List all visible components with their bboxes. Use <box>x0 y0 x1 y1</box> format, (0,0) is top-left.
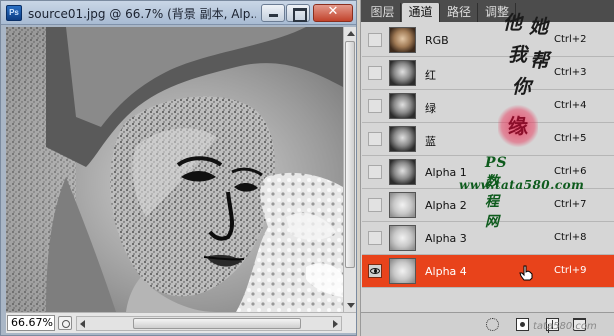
close-icon: ✕ <box>327 4 339 19</box>
save-selection-icon[interactable] <box>516 318 529 331</box>
channel-thumbnail <box>389 27 416 53</box>
document-titlebar[interactable]: Ps source01.jpg @ 66.7% (背景 副本, Alp... ✕ <box>1 1 356 25</box>
horizontal-scroll-thumb[interactable] <box>133 318 301 329</box>
channel-shortcut: Ctrl+7 <box>554 199 587 210</box>
watermark-url: www.tata580.com <box>459 178 585 192</box>
visibility-toggle[interactable] <box>368 66 382 80</box>
photoshop-app-icon: Ps <box>6 5 22 21</box>
close-button[interactable]: ✕ <box>313 4 353 22</box>
visibility-toggle[interactable] <box>368 165 382 179</box>
zoom-level-field[interactable]: 66.67% <box>7 315 55 331</box>
channel-thumbnail <box>389 225 416 251</box>
channel-shortcut: Ctrl+8 <box>554 232 587 243</box>
vertical-scroll-thumb[interactable] <box>345 41 355 268</box>
watermark-bottom: tata580.com <box>533 321 597 332</box>
channel-shortcut: Ctrl+9 <box>554 265 587 276</box>
tab-paths[interactable]: 路径 <box>441 3 478 22</box>
channel-shortcut: Ctrl+4 <box>554 100 587 111</box>
channel-row[interactable]: Alpha 4 Ctrl+9 <box>362 255 614 288</box>
load-selection-icon[interactable] <box>486 318 499 331</box>
watermark-site-name: PS数程网 <box>485 155 508 230</box>
horizontal-scrollbar[interactable] <box>76 316 342 331</box>
maximize-button[interactable] <box>286 4 310 22</box>
channel-thumbnail <box>389 159 416 185</box>
watermark-char: 她 <box>529 16 549 38</box>
scroll-left-arrow-icon[interactable] <box>80 320 85 328</box>
tab-layers[interactable]: 图层 <box>365 3 401 22</box>
channel-shortcut: Ctrl+3 <box>554 67 587 78</box>
channel-name: Alpha 3 <box>425 232 467 245</box>
watermark-seal: 缘 <box>498 104 538 148</box>
vertical-scrollbar[interactable] <box>343 27 356 312</box>
watermark-char: 我 <box>508 44 528 66</box>
channel-thumbnail <box>389 93 416 119</box>
visibility-toggle[interactable] <box>368 33 382 47</box>
visibility-toggle[interactable] <box>368 264 382 278</box>
eye-icon <box>370 268 380 274</box>
photo-alpha-channel-image <box>6 27 343 312</box>
image-canvas[interactable] <box>6 27 343 312</box>
hand-cursor-icon <box>519 265 533 281</box>
document-title: source01.jpg @ 66.7% (背景 副本, Alp... <box>28 7 256 21</box>
channel-thumbnail <box>389 192 416 218</box>
channel-name: Alpha 2 <box>425 199 467 212</box>
channel-name: Alpha 4 <box>425 265 467 278</box>
channel-thumbnail <box>389 126 416 152</box>
channel-row[interactable]: RGB Ctrl+2 <box>362 24 614 57</box>
panel-tabs: 图层 通道 路径 调整 <box>361 0 614 22</box>
scroll-up-arrow-icon[interactable] <box>347 31 355 36</box>
scroll-right-arrow-icon[interactable] <box>333 320 338 328</box>
watermark-char: 你 <box>512 76 532 98</box>
tab-channels[interactable]: 通道 <box>402 3 440 22</box>
channel-shortcut: Ctrl+5 <box>554 133 587 144</box>
minimize-button[interactable] <box>261 4 285 22</box>
status-info-icon[interactable] <box>58 316 72 330</box>
channel-row[interactable]: 红 Ctrl+3 <box>362 57 614 90</box>
watermark-char: 帮 <box>530 50 550 72</box>
visibility-toggle[interactable] <box>368 99 382 113</box>
channel-thumbnail <box>389 258 416 284</box>
channel-row[interactable]: 绿 Ctrl+4 <box>362 90 614 123</box>
channel-name: 红 <box>425 69 436 82</box>
status-bar: 66.67% <box>6 312 356 333</box>
visibility-toggle[interactable] <box>368 132 382 146</box>
document-window: Ps source01.jpg @ 66.7% (背景 副本, Alp... ✕ <box>0 0 357 336</box>
channel-shortcut: Ctrl+2 <box>554 34 587 45</box>
channel-thumbnail <box>389 60 416 86</box>
channel-row[interactable]: 蓝 Ctrl+5 <box>362 123 614 156</box>
scroll-down-arrow-icon[interactable] <box>347 303 355 308</box>
visibility-toggle[interactable] <box>368 231 382 245</box>
watermark-char: 他 <box>503 12 523 34</box>
visibility-toggle[interactable] <box>368 198 382 212</box>
